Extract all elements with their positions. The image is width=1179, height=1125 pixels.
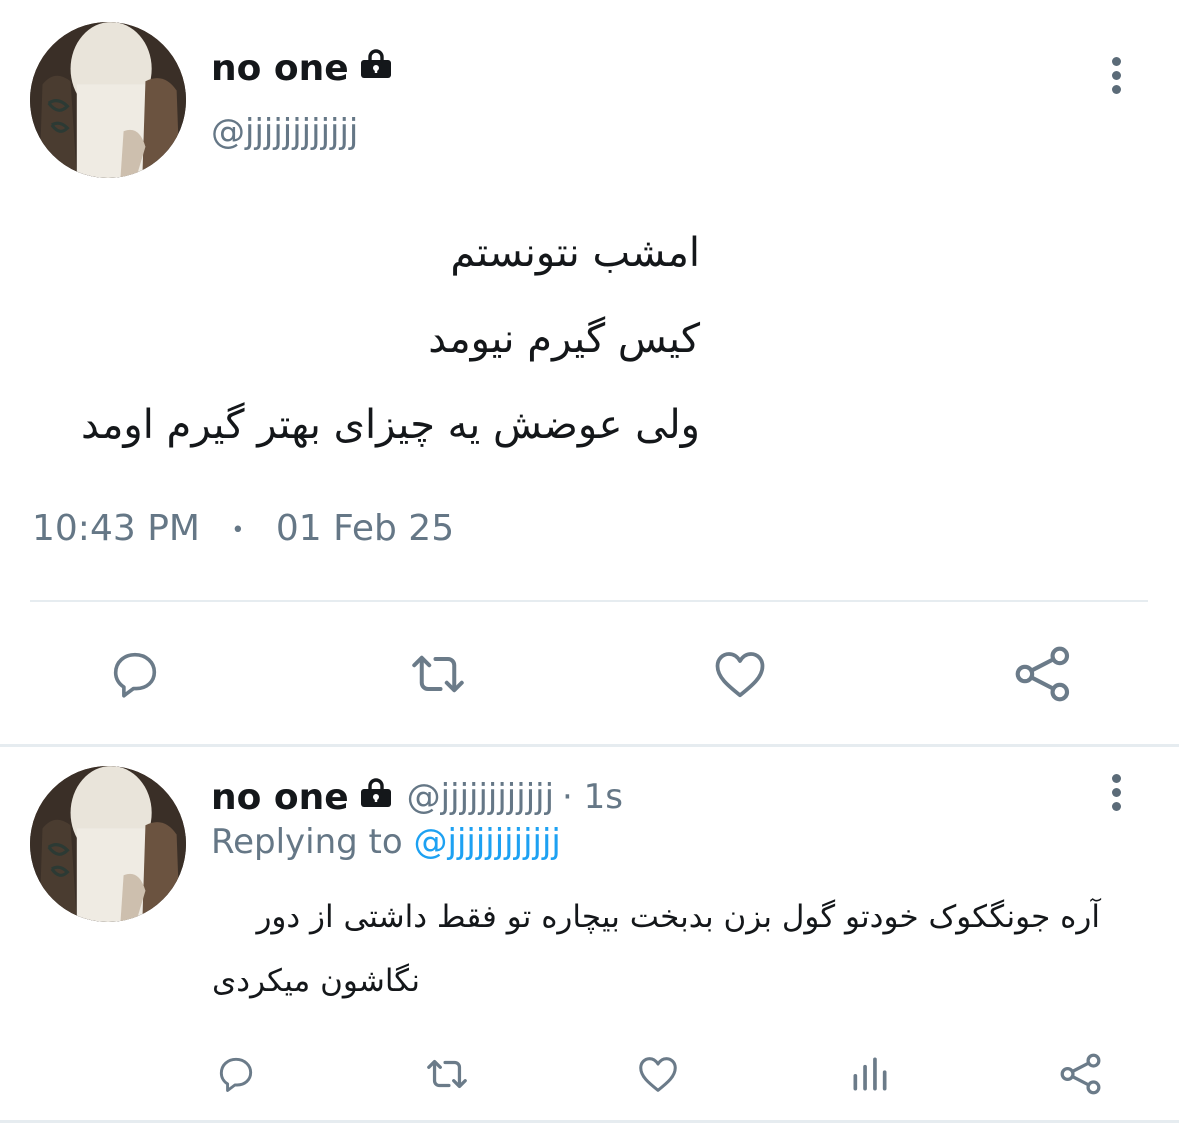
tweet-line-1: امشب نتونستم bbox=[450, 230, 700, 276]
bottom-divider bbox=[0, 1120, 1179, 1123]
share-icon bbox=[1015, 646, 1070, 702]
section-divider bbox=[0, 744, 1179, 747]
avatar[interactable] bbox=[30, 22, 186, 178]
divider bbox=[30, 600, 1148, 602]
reply-like-button[interactable] bbox=[634, 1050, 682, 1098]
tweet-date: 01 Feb 25 bbox=[275, 508, 455, 549]
retweet-button[interactable] bbox=[403, 642, 473, 706]
reply-age: · 1s bbox=[562, 777, 623, 817]
reply-share-button[interactable] bbox=[1056, 1050, 1106, 1098]
more-options-icon[interactable] bbox=[1110, 57, 1122, 94]
author-name[interactable]: no one bbox=[211, 44, 393, 92]
replying-to-handle[interactable]: @jjjjjjjjjjjj bbox=[414, 822, 561, 862]
like-icon bbox=[639, 1057, 677, 1092]
reply-reply-button[interactable] bbox=[212, 1050, 260, 1098]
retweet-icon bbox=[427, 1059, 467, 1089]
tweet-time: 10:43 PM bbox=[32, 508, 200, 549]
like-button[interactable] bbox=[708, 642, 772, 706]
reply-icon bbox=[113, 652, 157, 698]
lock-icon bbox=[359, 777, 393, 818]
author-name-text: no one bbox=[211, 47, 349, 89]
reply-retweet-button[interactable] bbox=[420, 1050, 474, 1098]
avatar-photo bbox=[30, 766, 186, 922]
reply-header: no one @jjjjjjjjjjjj · 1s bbox=[211, 774, 623, 820]
tweet-line-2: کیس گیرم نیومد bbox=[428, 316, 700, 362]
replying-to: Replying to @jjjjjjjjjjjj bbox=[211, 822, 561, 862]
reply-author-name-text: no one bbox=[211, 776, 349, 818]
retweet-icon bbox=[412, 655, 464, 693]
share-button[interactable] bbox=[1010, 642, 1076, 706]
reply-text: آره جونگکوک خودتو گول بزن بدبخت بیچاره ت… bbox=[200, 885, 1100, 1013]
reply-line-2: نگاشون میکردی bbox=[212, 963, 421, 999]
share-icon bbox=[1060, 1053, 1101, 1095]
timestamp-separator: • bbox=[231, 517, 245, 543]
author-handle[interactable]: @jjjjjjjjjjjj bbox=[211, 112, 358, 152]
reply-button[interactable] bbox=[103, 642, 167, 706]
reply-more-options-icon[interactable] bbox=[1110, 774, 1122, 811]
lock-icon bbox=[359, 48, 393, 89]
avatar-photo bbox=[30, 22, 186, 178]
analytics-icon bbox=[853, 1057, 887, 1091]
reply-avatar[interactable] bbox=[30, 766, 186, 922]
reply-icon bbox=[219, 1057, 253, 1092]
like-icon bbox=[715, 652, 765, 698]
tweet-timestamp[interactable]: 10:43 PM • 01 Feb 25 bbox=[32, 508, 454, 549]
analytics-button[interactable] bbox=[846, 1050, 894, 1098]
replying-to-label: Replying to bbox=[211, 822, 403, 862]
reply-author-handle[interactable]: @jjjjjjjjjjjj bbox=[407, 777, 554, 817]
reply-line-1: آره جونگکوک خودتو گول بزن بدبخت بیچاره ت… bbox=[256, 899, 1100, 935]
tweet-line-3: ولی عوضش یه چیزای بهتر گیرم اومد bbox=[80, 402, 700, 448]
reply-author-name[interactable]: no one bbox=[211, 777, 393, 818]
tweet-text: امشب نتونستم کیس گیرم نیومد ولی عوضش یه … bbox=[20, 210, 700, 468]
